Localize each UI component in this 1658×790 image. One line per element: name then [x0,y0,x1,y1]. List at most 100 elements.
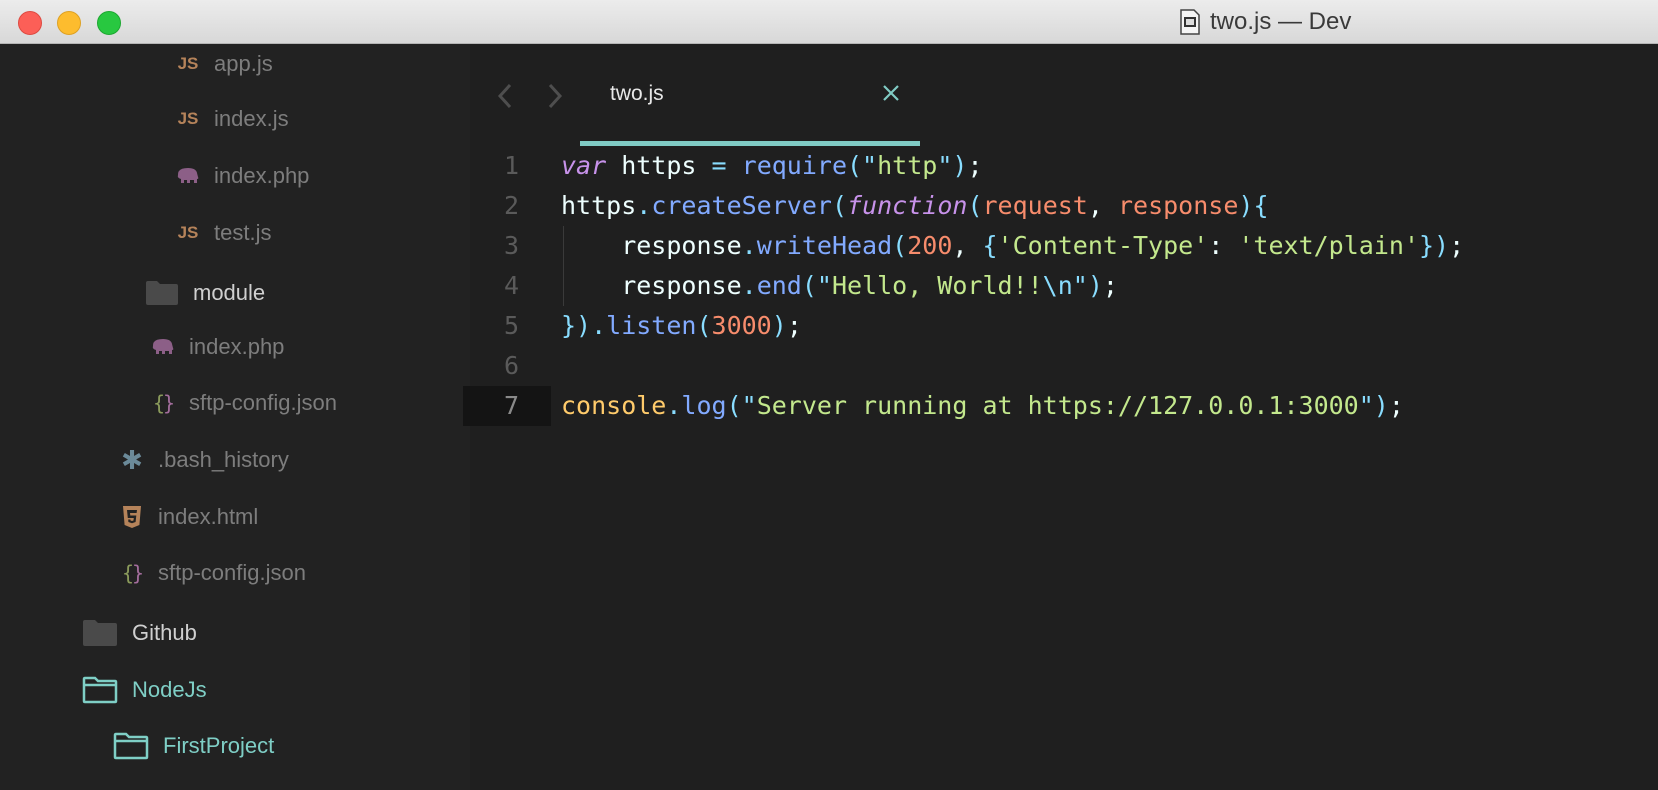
code-line[interactable]: 3 response.writeHead(200, {'Content-Type… [470,226,1658,266]
code-line[interactable]: 6 [470,346,1658,386]
code-line-content: console.log("Server running at https://1… [561,386,1404,426]
tree-item-module-folder[interactable]: module [145,273,265,313]
html5-icon [120,505,144,529]
window-zoom-button[interactable] [97,11,121,35]
code-token: { [982,231,998,260]
code-token: Server running at https://127.0.0.1:3000 [756,391,1359,420]
code-token: ) [771,311,787,340]
folder-icon [145,280,179,306]
tree-item-label: sftp-config.json [158,560,306,585]
chevron-left-icon[interactable] [492,82,520,110]
code-token: 'text/plain' [1238,231,1419,260]
code-token: , [1087,191,1118,220]
tree-item-sftp-config-json[interactable]: {} sftp-config.json [120,553,306,593]
tree-item-bash-history[interactable]: ✱ .bash_history [120,440,289,480]
code-line-content: response.writeHead(200, {'Content-Type':… [561,226,1464,266]
chevron-right-icon[interactable] [540,82,568,110]
code-token: https [606,151,712,180]
code-token: (" [847,151,878,180]
line-number: 5 [503,311,519,340]
tree-item-label: .bash_history [158,447,289,472]
tree-item-label: test.js [214,220,272,245]
code-token: var [561,151,607,180]
code-line[interactable]: 1 var https = require("http"); [470,146,1658,186]
close-icon[interactable] [880,82,902,104]
tree-item-firstproject-folder[interactable]: FirstProject [113,726,274,766]
tree-item-index-js[interactable]: JS index.js [176,99,289,139]
code-token: (" [726,391,757,420]
tree-item-sftp-config-json[interactable]: {} sftp-config.json [151,383,337,423]
code-line[interactable]: 5 }).listen(3000); [470,306,1658,346]
tree-item-label: app.js [214,51,273,76]
window-minimize-button[interactable] [57,11,81,35]
code-token: writeHead [756,231,893,260]
code-line[interactable]: 2 https.createServer(function(request, re… [470,186,1658,226]
code-token: function [847,191,968,220]
document-icon [1180,9,1200,35]
code-token: response [561,231,742,260]
code-token: ") [1358,391,1389,420]
js-icon: JS [177,223,199,242]
js-icon: JS [177,109,199,128]
code-line[interactable]: 4 response.end("Hello, World!!\n"); [470,266,1658,306]
asterisk-icon: ✱ [121,444,143,475]
line-number: 7 [463,386,551,426]
code-token: . [636,191,652,220]
tree-item-label: index.js [214,106,289,131]
tree-item-label: Github [132,620,197,645]
line-number: 6 [503,351,519,380]
tree-item-label: index.php [214,163,310,188]
tree-item-label: index.php [189,334,285,359]
tree-item-github-folder[interactable]: Github [82,613,197,653]
folder-open-icon [82,676,118,704]
code-token: . [666,391,682,420]
code-token: listen [606,311,697,340]
code-token: : [1208,231,1239,260]
code-line-content: var https = require("http"); [561,146,983,186]
window-title: two.js — Dev [1180,8,1351,36]
tree-item-label: index.html [158,504,259,529]
code-token: }) [1419,231,1450,260]
code-line[interactable]: 7 console.log("Server running at https://… [463,386,1658,426]
tree-item-nodejs-folder[interactable]: NodeJs [82,670,207,710]
tree-item-label: sftp-config.json [189,390,337,415]
tree-item-app-js[interactable]: JS app.js [176,44,273,84]
tab-two-js[interactable]: two.js [580,44,920,147]
window-close-button[interactable] [18,11,42,35]
code-token: , [952,231,983,260]
code-token: . [741,231,757,260]
code-token: ( [892,231,908,260]
tree-item-index-php[interactable]: index.php [176,156,309,196]
code-line-content: response.end("Hello, World!!\n"); [561,266,1118,306]
json-braces-icon: {} [121,561,144,585]
tree-item-index-php[interactable]: index.php [151,327,284,367]
title-bar: two.js — Dev [0,0,1658,44]
code-token: = [711,151,727,180]
code-token: Hello, World!! [831,271,1043,300]
code-token: response [561,271,742,300]
code-token: 3000 [711,311,772,340]
js-icon: JS [177,54,199,73]
sidebar-file-tree: JS app.js JS index.js index.php JS test.… [0,44,470,790]
tree-item-index-html[interactable]: index.html [120,497,258,537]
tree-item-label: module [193,280,266,305]
code-area[interactable]: 1 var https = require("http"); 2 https.crea… [463,146,1658,426]
code-token: }). [561,311,607,340]
line-number: 4 [503,271,519,300]
code-token: . [741,271,757,300]
tab-label: two.js [610,82,664,105]
window-title-text: two.js — Dev [1210,8,1352,35]
code-token: ; [1449,231,1465,260]
code-token: response [1117,191,1239,220]
code-line-content: }).listen(3000); [561,306,802,346]
code-token: ( [831,191,848,220]
code-token: console [561,391,667,420]
code-token: ; [1388,391,1404,420]
tree-item-test-js[interactable]: JS test.js [176,213,272,253]
code-token: http [877,151,938,180]
folder-icon [82,619,118,647]
code-token: \n") [1042,271,1103,300]
code-token: https [561,191,637,220]
php-elephant-icon [176,167,200,185]
code-token: ( [967,191,983,220]
